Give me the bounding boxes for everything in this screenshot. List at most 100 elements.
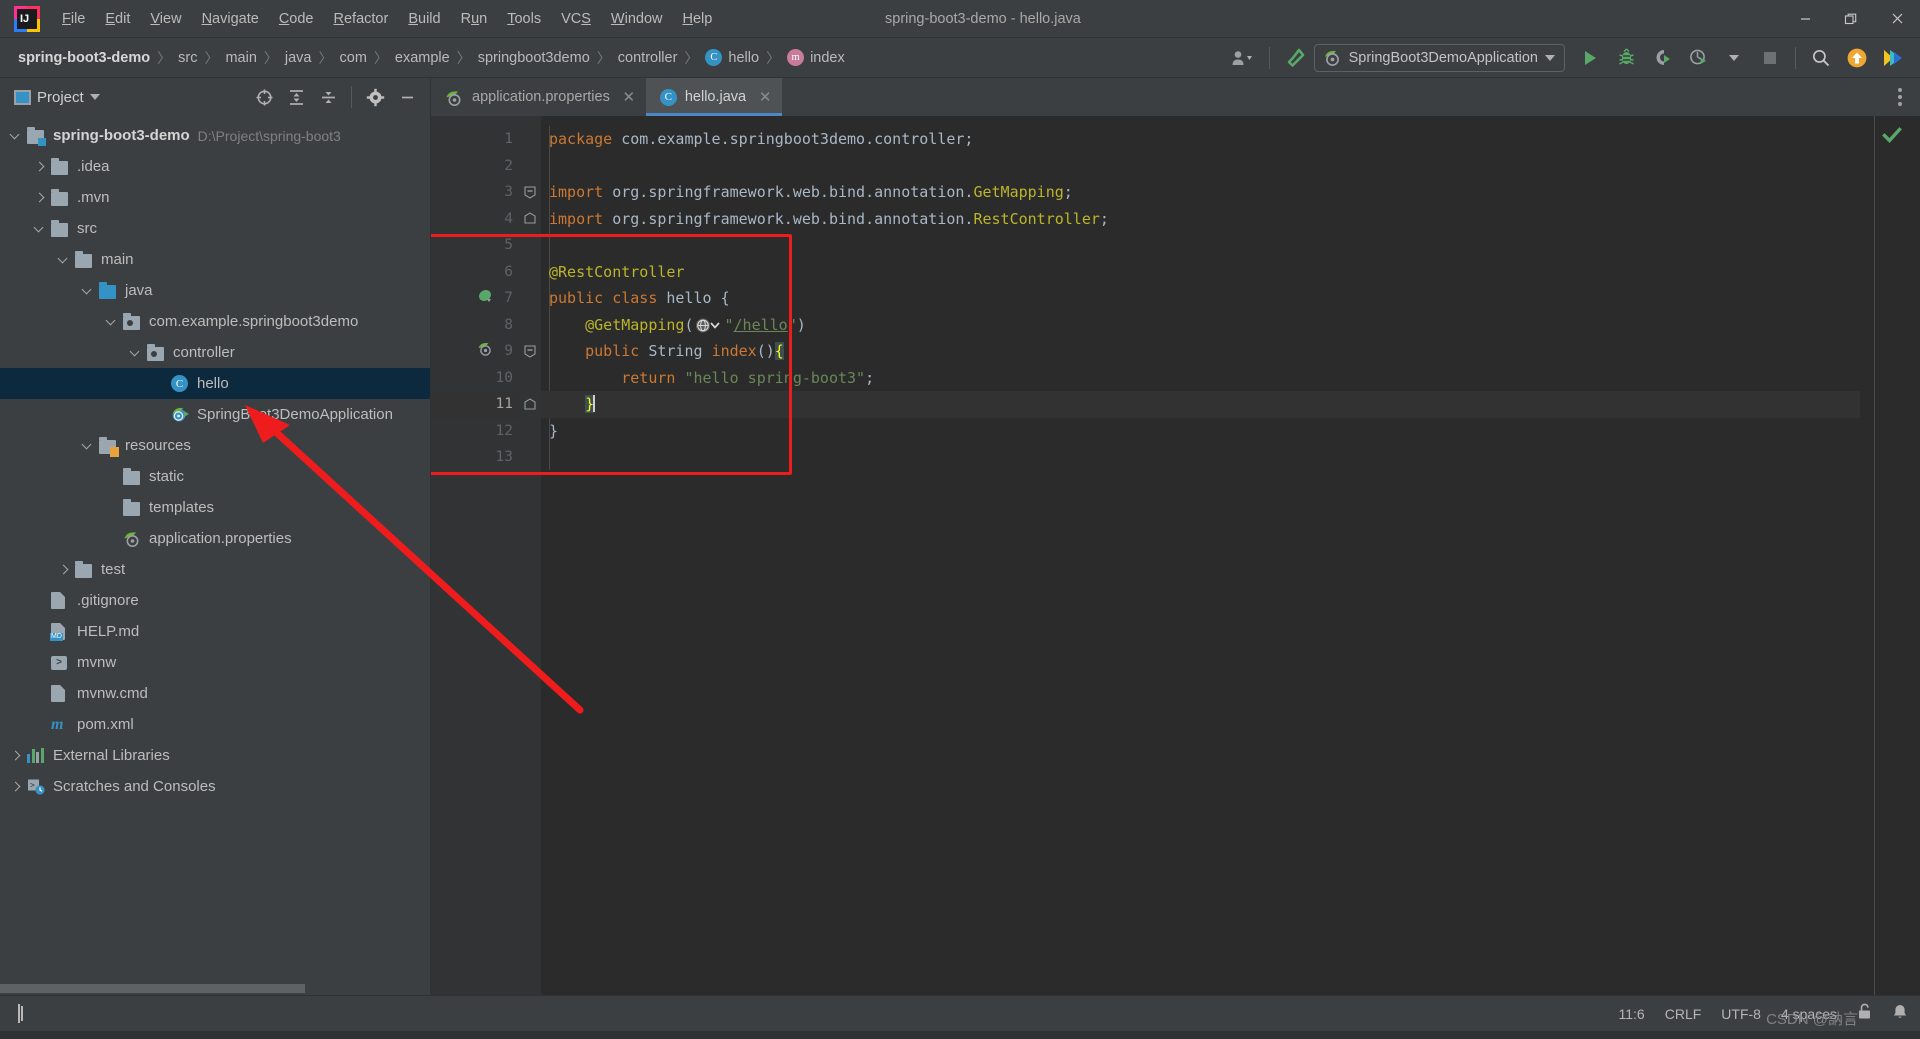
tree-node-application-properties[interactable]: application.properties — [0, 523, 430, 554]
breadcrumb-item-com[interactable]: com — [336, 48, 371, 68]
chevron-right-icon[interactable] — [10, 780, 23, 793]
code-line-12[interactable]: } — [541, 418, 1860, 445]
menu-tools[interactable]: Tools — [497, 7, 551, 31]
chevron-down-icon[interactable] — [81, 439, 95, 452]
tree-node-src[interactable]: src — [0, 213, 430, 244]
menu-file[interactable]: File — [52, 7, 95, 31]
tree-node-external-libraries[interactable]: External Libraries — [0, 740, 430, 771]
chevron-right-icon[interactable] — [34, 160, 47, 173]
update-project-button[interactable] — [1840, 42, 1874, 74]
breadcrumb-item-index[interactable]: m index — [783, 47, 849, 68]
code-line-4[interactable]: import org.springframework.web.bind.anno… — [541, 206, 1860, 233]
chevron-down-icon[interactable] — [33, 222, 47, 235]
layout-toggle-icon[interactable] — [12, 1001, 26, 1027]
code-line-5[interactable] — [541, 232, 1860, 259]
code-line-2[interactable] — [541, 153, 1860, 180]
fold-marker-line-4[interactable] — [519, 206, 541, 233]
indent-setting[interactable]: 4 spaces — [1781, 1006, 1837, 1022]
gutter-line-11[interactable]: 11 — [431, 391, 519, 418]
menu-edit[interactable]: Edit — [95, 7, 140, 31]
breadcrumb-item-main[interactable]: main — [221, 48, 260, 68]
tree-node--gitignore[interactable]: .gitignore — [0, 585, 430, 616]
select-opened-file-icon[interactable] — [249, 83, 279, 111]
gutter-line-13[interactable]: 13 — [431, 444, 519, 471]
expand-all-icon[interactable] — [281, 83, 311, 111]
tree-node-templates[interactable]: templates — [0, 492, 430, 523]
close-tab-icon[interactable]: ✕ — [622, 88, 636, 106]
tree-node-main[interactable]: main — [0, 244, 430, 275]
hide-panel-icon[interactable] — [392, 83, 422, 111]
breadcrumb-item-java[interactable]: java — [281, 48, 316, 68]
menu-window[interactable]: Window — [601, 7, 673, 31]
chevron-right-icon[interactable] — [58, 563, 71, 576]
menu-view[interactable]: View — [140, 7, 191, 31]
gutter-line-7[interactable]: 7 — [431, 285, 519, 312]
search-everywhere-button[interactable] — [1804, 42, 1838, 74]
tree-node-springboot3demoapplication[interactable]: SpringBoot3DemoApplication — [0, 399, 430, 430]
editor-options-icon[interactable] — [1890, 80, 1910, 114]
breadcrumb-item-example[interactable]: example — [391, 48, 454, 68]
menu-navigate[interactable]: Navigate — [192, 7, 269, 31]
breadcrumb-item-controller[interactable]: controller — [614, 48, 682, 68]
tree-node-com-example-springboot3demo[interactable]: com.example.springboot3demo — [0, 306, 430, 337]
tree-node-test[interactable]: test — [0, 554, 430, 585]
menu-run[interactable]: Run — [451, 7, 498, 31]
fold-marker-line-3[interactable] — [519, 179, 541, 206]
unlocked-icon[interactable] — [1857, 1003, 1872, 1025]
spring-bean-icon[interactable] — [477, 288, 493, 308]
profiler-button[interactable] — [1681, 42, 1715, 74]
tree-node-resources[interactable]: resources — [0, 430, 430, 461]
gutter-line-5[interactable]: 5 — [431, 232, 519, 259]
tree-node-hello[interactable]: Chello — [0, 368, 430, 399]
spring-endpoint-icon[interactable] — [477, 341, 493, 361]
code-line-9[interactable]: public String index(){ — [541, 338, 1860, 365]
menu-help[interactable]: Help — [672, 7, 722, 31]
code-line-10[interactable]: return "hello spring-boot3"; — [541, 365, 1860, 392]
menu-vcs[interactable]: VCS — [551, 7, 601, 31]
tree-node--idea[interactable]: .idea — [0, 151, 430, 182]
tree-node-controller[interactable]: controller — [0, 337, 430, 368]
fold-marker-line-9[interactable] — [519, 338, 541, 365]
code-content[interactable]: package com.example.springboot3demo.cont… — [541, 116, 1860, 995]
menu-build[interactable]: Build — [398, 7, 450, 31]
code-line-8[interactable]: @GetMapping("/hello") — [541, 312, 1860, 339]
maximize-restore-button[interactable] — [1828, 0, 1874, 38]
tree-node-spring-boot3-demo[interactable]: spring-boot3-demo D:\Project\spring-boot3 — [0, 120, 430, 151]
editor-gutter[interactable]: 1 2 3 4 5 6 7 8 9 10 11 12 13 — [431, 116, 519, 995]
code-editor[interactable]: 1 2 3 4 5 6 7 8 9 10 11 12 13 package com.example.sp… — [431, 116, 1920, 995]
gutter-line-3[interactable]: 3 — [431, 179, 519, 206]
code-folding-column[interactable] — [519, 116, 541, 995]
project-tree[interactable]: spring-boot3-demo D:\Project\spring-boot3… — [0, 116, 430, 981]
settings-gear-icon[interactable] — [360, 83, 390, 111]
gutter-line-4[interactable]: 4 — [431, 206, 519, 233]
stop-button[interactable] — [1753, 42, 1787, 74]
menu-refactor[interactable]: Refactor — [324, 7, 399, 31]
chevron-down-icon[interactable] — [57, 253, 71, 266]
profiler-dropdown-icon[interactable] — [1717, 42, 1751, 74]
code-line-13[interactable] — [541, 444, 1860, 471]
project-view-dropdown-icon[interactable] — [89, 94, 100, 100]
tree-node-java[interactable]: java — [0, 275, 430, 306]
menu-code[interactable]: Code — [269, 7, 324, 31]
file-encoding[interactable]: UTF-8 — [1721, 1006, 1761, 1022]
build-hammer-icon[interactable] — [1278, 42, 1312, 74]
gutter-line-10[interactable]: 10 — [431, 365, 519, 392]
scrollbar-thumb[interactable] — [0, 983, 305, 993]
minimize-button[interactable] — [1782, 0, 1828, 38]
chevron-right-icon[interactable] — [10, 749, 23, 762]
tree-node-mvnw[interactable]: > mvnw — [0, 647, 430, 678]
gutter-line-9[interactable]: 9 — [431, 338, 519, 365]
tree-node-static[interactable]: static — [0, 461, 430, 492]
run-configuration-selector[interactable]: SpringBoot3DemoApplication — [1313, 43, 1565, 72]
user-settings-icon[interactable] — [1227, 42, 1261, 74]
chevron-down-icon[interactable] — [9, 129, 23, 142]
gutter-line-1[interactable]: 1 — [431, 126, 519, 153]
caret-position[interactable]: 11:6 — [1619, 1006, 1645, 1022]
bell-icon[interactable] — [1892, 1003, 1908, 1025]
chevron-down-icon[interactable] — [129, 346, 143, 359]
debug-button[interactable] — [1609, 42, 1643, 74]
breadcrumb-item-springboot3demo[interactable]: springboot3demo — [474, 48, 594, 68]
breadcrumb-item-hello[interactable]: Chello — [701, 47, 763, 68]
gutter-line-6[interactable]: 6 — [431, 259, 519, 286]
code-line-1[interactable]: package com.example.springboot3demo.cont… — [541, 126, 1860, 153]
